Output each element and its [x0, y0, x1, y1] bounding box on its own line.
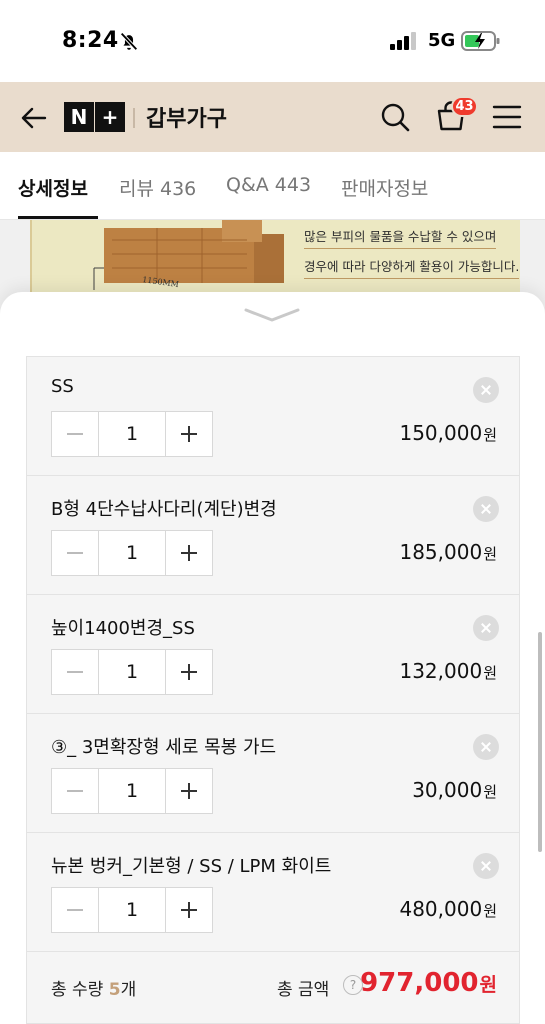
quantity-stepper: 1	[51, 768, 213, 814]
option-price: 132,000원	[399, 659, 497, 683]
option-name: SS	[51, 376, 74, 397]
selected-option-item: B형 4단수납사다리(계단)변경 1 185,000원	[27, 476, 519, 595]
option-price: 185,000원	[399, 540, 497, 564]
decrease-quantity-button[interactable]	[52, 888, 98, 932]
total-quantity-unit: 개	[120, 980, 137, 1000]
option-price-value: 185,000	[399, 540, 483, 564]
quantity-value[interactable]: 1	[98, 531, 166, 575]
quantity-stepper: 1	[51, 887, 213, 933]
quantity-value[interactable]: 1	[98, 888, 166, 932]
quantity-stepper: 1	[51, 411, 213, 457]
tab-reviews[interactable]: 리뷰 436	[119, 174, 196, 201]
store-name[interactable]: 갑부가구	[146, 101, 227, 133]
currency-unit: 원	[483, 545, 497, 563]
selected-option-item: 높이1400변경_SS 1 132,000원	[27, 595, 519, 714]
product-tabs: 상세정보 리뷰 436 Q&A 443 판매자정보	[0, 152, 545, 220]
increase-quantity-button[interactable]	[166, 412, 212, 456]
increase-quantity-button[interactable]	[166, 531, 212, 575]
remove-option-icon[interactable]	[473, 853, 499, 879]
currency-unit: 원	[483, 664, 497, 682]
currency-unit: 원	[479, 974, 497, 996]
battery-charging-icon	[461, 31, 500, 51]
selected-option-item: SS 1 150,000원	[27, 357, 519, 476]
option-price-value: 132,000	[399, 659, 483, 683]
selected-options-list: SS 1 150,000원 B형 4단수납사다리(계단)변경 1 185,000…	[26, 356, 520, 1024]
option-price: 150,000원	[399, 421, 497, 445]
header-divider	[133, 108, 135, 128]
scrollbar-thumb[interactable]	[538, 632, 542, 852]
network-type: 5G	[428, 30, 456, 51]
quantity-value[interactable]: 1	[98, 650, 166, 694]
decrease-quantity-button[interactable]	[52, 412, 98, 456]
menu-icon[interactable]	[492, 104, 522, 130]
selected-option-item: 뉴본 벙커_기본형 / SS / LPM 화이트 1 480,000원	[27, 833, 519, 952]
total-quantity: 총 수량 5개	[51, 975, 136, 1000]
store-header: N + 갑부가구 43	[0, 82, 545, 152]
remove-option-icon[interactable]	[473, 496, 499, 522]
signal-icon	[390, 32, 416, 50]
quantity-stepper: 1	[51, 530, 213, 576]
increase-quantity-button[interactable]	[166, 769, 212, 813]
option-price: 30,000원	[412, 778, 497, 802]
increase-quantity-button[interactable]	[166, 650, 212, 694]
naver-plus-logo[interactable]: N +	[64, 102, 125, 132]
option-price-value: 480,000	[399, 897, 483, 921]
currency-unit: 원	[483, 902, 497, 920]
decrease-quantity-button[interactable]	[52, 650, 98, 694]
decrease-quantity-button[interactable]	[52, 531, 98, 575]
option-price-value: 30,000	[412, 778, 483, 802]
cart-count-badge: 43	[451, 96, 478, 117]
decrease-quantity-button[interactable]	[52, 769, 98, 813]
option-name: 뉴본 벙커_기본형 / SS / LPM 화이트	[51, 856, 332, 877]
quantity-value[interactable]: 1	[98, 769, 166, 813]
tab-qna[interactable]: Q&A 443	[226, 174, 311, 196]
selected-option-item: ③_ 3면확장형 세로 목봉 가드 1 30,000원	[27, 714, 519, 833]
option-name: ③_ 3면확장형 세로 목봉 가드	[51, 737, 277, 758]
option-price-value: 150,000	[399, 421, 483, 445]
tab-seller-info[interactable]: 판매자정보	[341, 174, 428, 201]
remove-option-icon[interactable]	[473, 377, 499, 403]
back-arrow-icon[interactable]	[20, 104, 48, 132]
total-quantity-value: 5	[108, 980, 121, 1000]
status-time: 8:24	[62, 28, 119, 53]
remove-option-icon[interactable]	[473, 734, 499, 760]
tab-details[interactable]: 상세정보	[18, 174, 88, 201]
logo-plus: +	[95, 102, 125, 132]
total-price-value: 977,000	[360, 968, 479, 998]
option-name: 높이1400변경_SS	[51, 618, 195, 639]
quantity-stepper: 1	[51, 649, 213, 695]
increase-quantity-button[interactable]	[166, 888, 212, 932]
order-summary: 총 수량 5개 총 금액 ? 977,000원	[27, 953, 519, 1024]
option-price: 480,000원	[399, 897, 497, 921]
active-tab-indicator	[18, 216, 98, 219]
sheet-collapse-chevron-icon[interactable]	[243, 306, 301, 324]
currency-unit: 원	[483, 426, 497, 444]
bell-off-icon	[120, 32, 138, 51]
status-bar: 8:24 5G	[0, 0, 545, 82]
total-quantity-label: 총 수량	[51, 980, 104, 1000]
total-price-label: 총 금액	[277, 980, 330, 1000]
option-name: B형 4단수납사다리(계단)변경	[51, 499, 277, 520]
currency-unit: 원	[483, 783, 497, 801]
remove-option-icon[interactable]	[473, 615, 499, 641]
total-price: 977,000원	[360, 968, 497, 998]
search-icon[interactable]	[380, 102, 410, 132]
logo-letter-n: N	[64, 102, 94, 132]
quantity-value[interactable]: 1	[98, 412, 166, 456]
